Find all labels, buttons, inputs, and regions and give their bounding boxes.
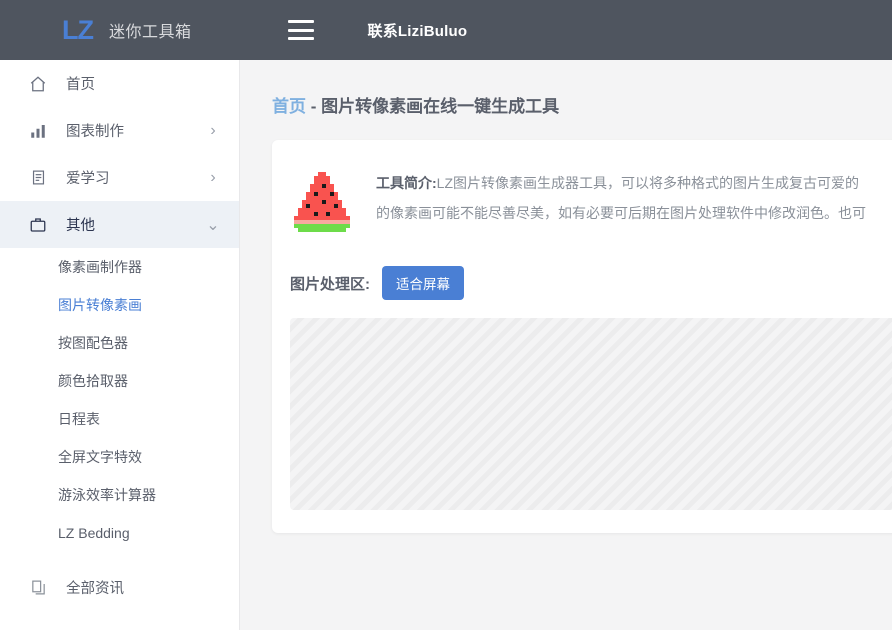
sidebar-item-home[interactable]: 首页 (0, 60, 239, 107)
intro-label: 工具简介: (376, 175, 437, 191)
sidebar-subitem-palette-from-image[interactable]: 按图配色器 (0, 324, 239, 362)
breadcrumb[interactable]: 首页 (272, 97, 306, 116)
intro-line-1-text: LZ图片转像素画生成器工具，可以将多种格式的图片生成复古可爱的 (436, 175, 860, 191)
document-icon (28, 168, 48, 188)
sidebar-subitem-image-to-pixel[interactable]: 图片转像素画 (0, 286, 239, 324)
sidebar-item-label: 其他 (66, 218, 95, 234)
sidebar-subitem-pixel-maker[interactable]: 像素画制作器 (0, 248, 239, 286)
sidebar-item-all-news[interactable]: 全部资讯 (0, 564, 239, 611)
briefcase-icon (28, 215, 48, 235)
sidebar-item-label: 爱学习 (66, 171, 110, 187)
hamburger-bar-2 (287, 28, 314, 32)
sidebar-subitem-lz-bedding[interactable]: LZ Bedding (0, 514, 239, 552)
hamburger-bar-1 (287, 20, 314, 23)
processing-row: 图片处理区: 适合屏幕 (290, 266, 892, 300)
sidebar-arrow (207, 78, 219, 90)
sidebar-item-charts[interactable]: 图表制作 › (0, 107, 239, 154)
bar-chart-icon (28, 121, 48, 141)
chevron-down-icon: ⌄ (206, 216, 220, 234)
chevron-right-icon: › (210, 168, 216, 186)
hamburger-bar-3 (287, 37, 314, 40)
sidebar-nav: 首页 图表制作 › 爱学习 › 其他 ⌄ 像素画制作器 图片转像素画 按图配色器… (0, 60, 240, 630)
chevron-right-icon: › (210, 121, 216, 139)
processing-label: 图片处理区: (290, 275, 370, 293)
copy-icon (28, 578, 48, 598)
main-content: 首页 - 图片转像素画在线一键生成工具 工具简介:LZ图片转像素画生成器工具，可… (240, 60, 892, 630)
title-separator: - (306, 97, 322, 116)
sidebar-item-others[interactable]: 其他 ⌄ (0, 201, 239, 248)
intro-text: 工具简介:LZ图片转像素画生成器工具，可以将多种格式的图片生成复古可爱的 的像素… (376, 168, 866, 228)
image-canvas-area[interactable] (290, 318, 892, 510)
page-title-text: 图片转像素画在线一键生成工具 (321, 97, 560, 116)
intro-line-2: 的像素画可能不能尽善尽美，如有必要可后期在图片处理软件中修改润色。也可 (376, 205, 866, 221)
tool-card: 工具简介:LZ图片转像素画生成器工具，可以将多种格式的图片生成复古可爱的 的像素… (272, 140, 892, 533)
intro-line-1: 工具简介:LZ图片转像素画生成器工具，可以将多种格式的图片生成复古可爱的 (376, 168, 866, 198)
sidebar-item-study[interactable]: 爱学习 › (0, 154, 239, 201)
sidebar-item-label: 全部资讯 (66, 581, 124, 597)
home-icon (28, 74, 48, 94)
sidebar-item-label: 首页 (66, 77, 95, 93)
page-title: 首页 - 图片转像素画在线一键生成工具 (272, 92, 892, 117)
intro-row: 工具简介:LZ图片转像素画生成器工具，可以将多种格式的图片生成复古可爱的 的像素… (272, 140, 892, 232)
lz-logo: LZ (62, 14, 94, 45)
top-header-bar: LZ 迷你工具箱 联系LiziBuluo (0, 0, 892, 60)
sidebar-subitem-fullscreen-text-fx[interactable]: 全屏文字特效 (0, 438, 239, 476)
fit-screen-button[interactable]: 适合屏幕 (382, 266, 464, 300)
contact-link[interactable]: 联系LiziBuluo (368, 20, 468, 41)
sidebar-subitem-swim-efficiency[interactable]: 游泳效率计算器 (0, 476, 239, 514)
watermelon-pixel-icon (294, 172, 350, 232)
site-title: 迷你工具箱 (109, 24, 192, 41)
sidebar-subitem-color-picker[interactable]: 颜色拾取器 (0, 362, 239, 400)
brand-area[interactable]: LZ 迷你工具箱 (62, 14, 192, 45)
hamburger-icon[interactable] (287, 20, 314, 40)
sidebar-item-label: 图表制作 (66, 124, 124, 140)
sidebar-subitem-schedule[interactable]: 日程表 (0, 400, 239, 438)
